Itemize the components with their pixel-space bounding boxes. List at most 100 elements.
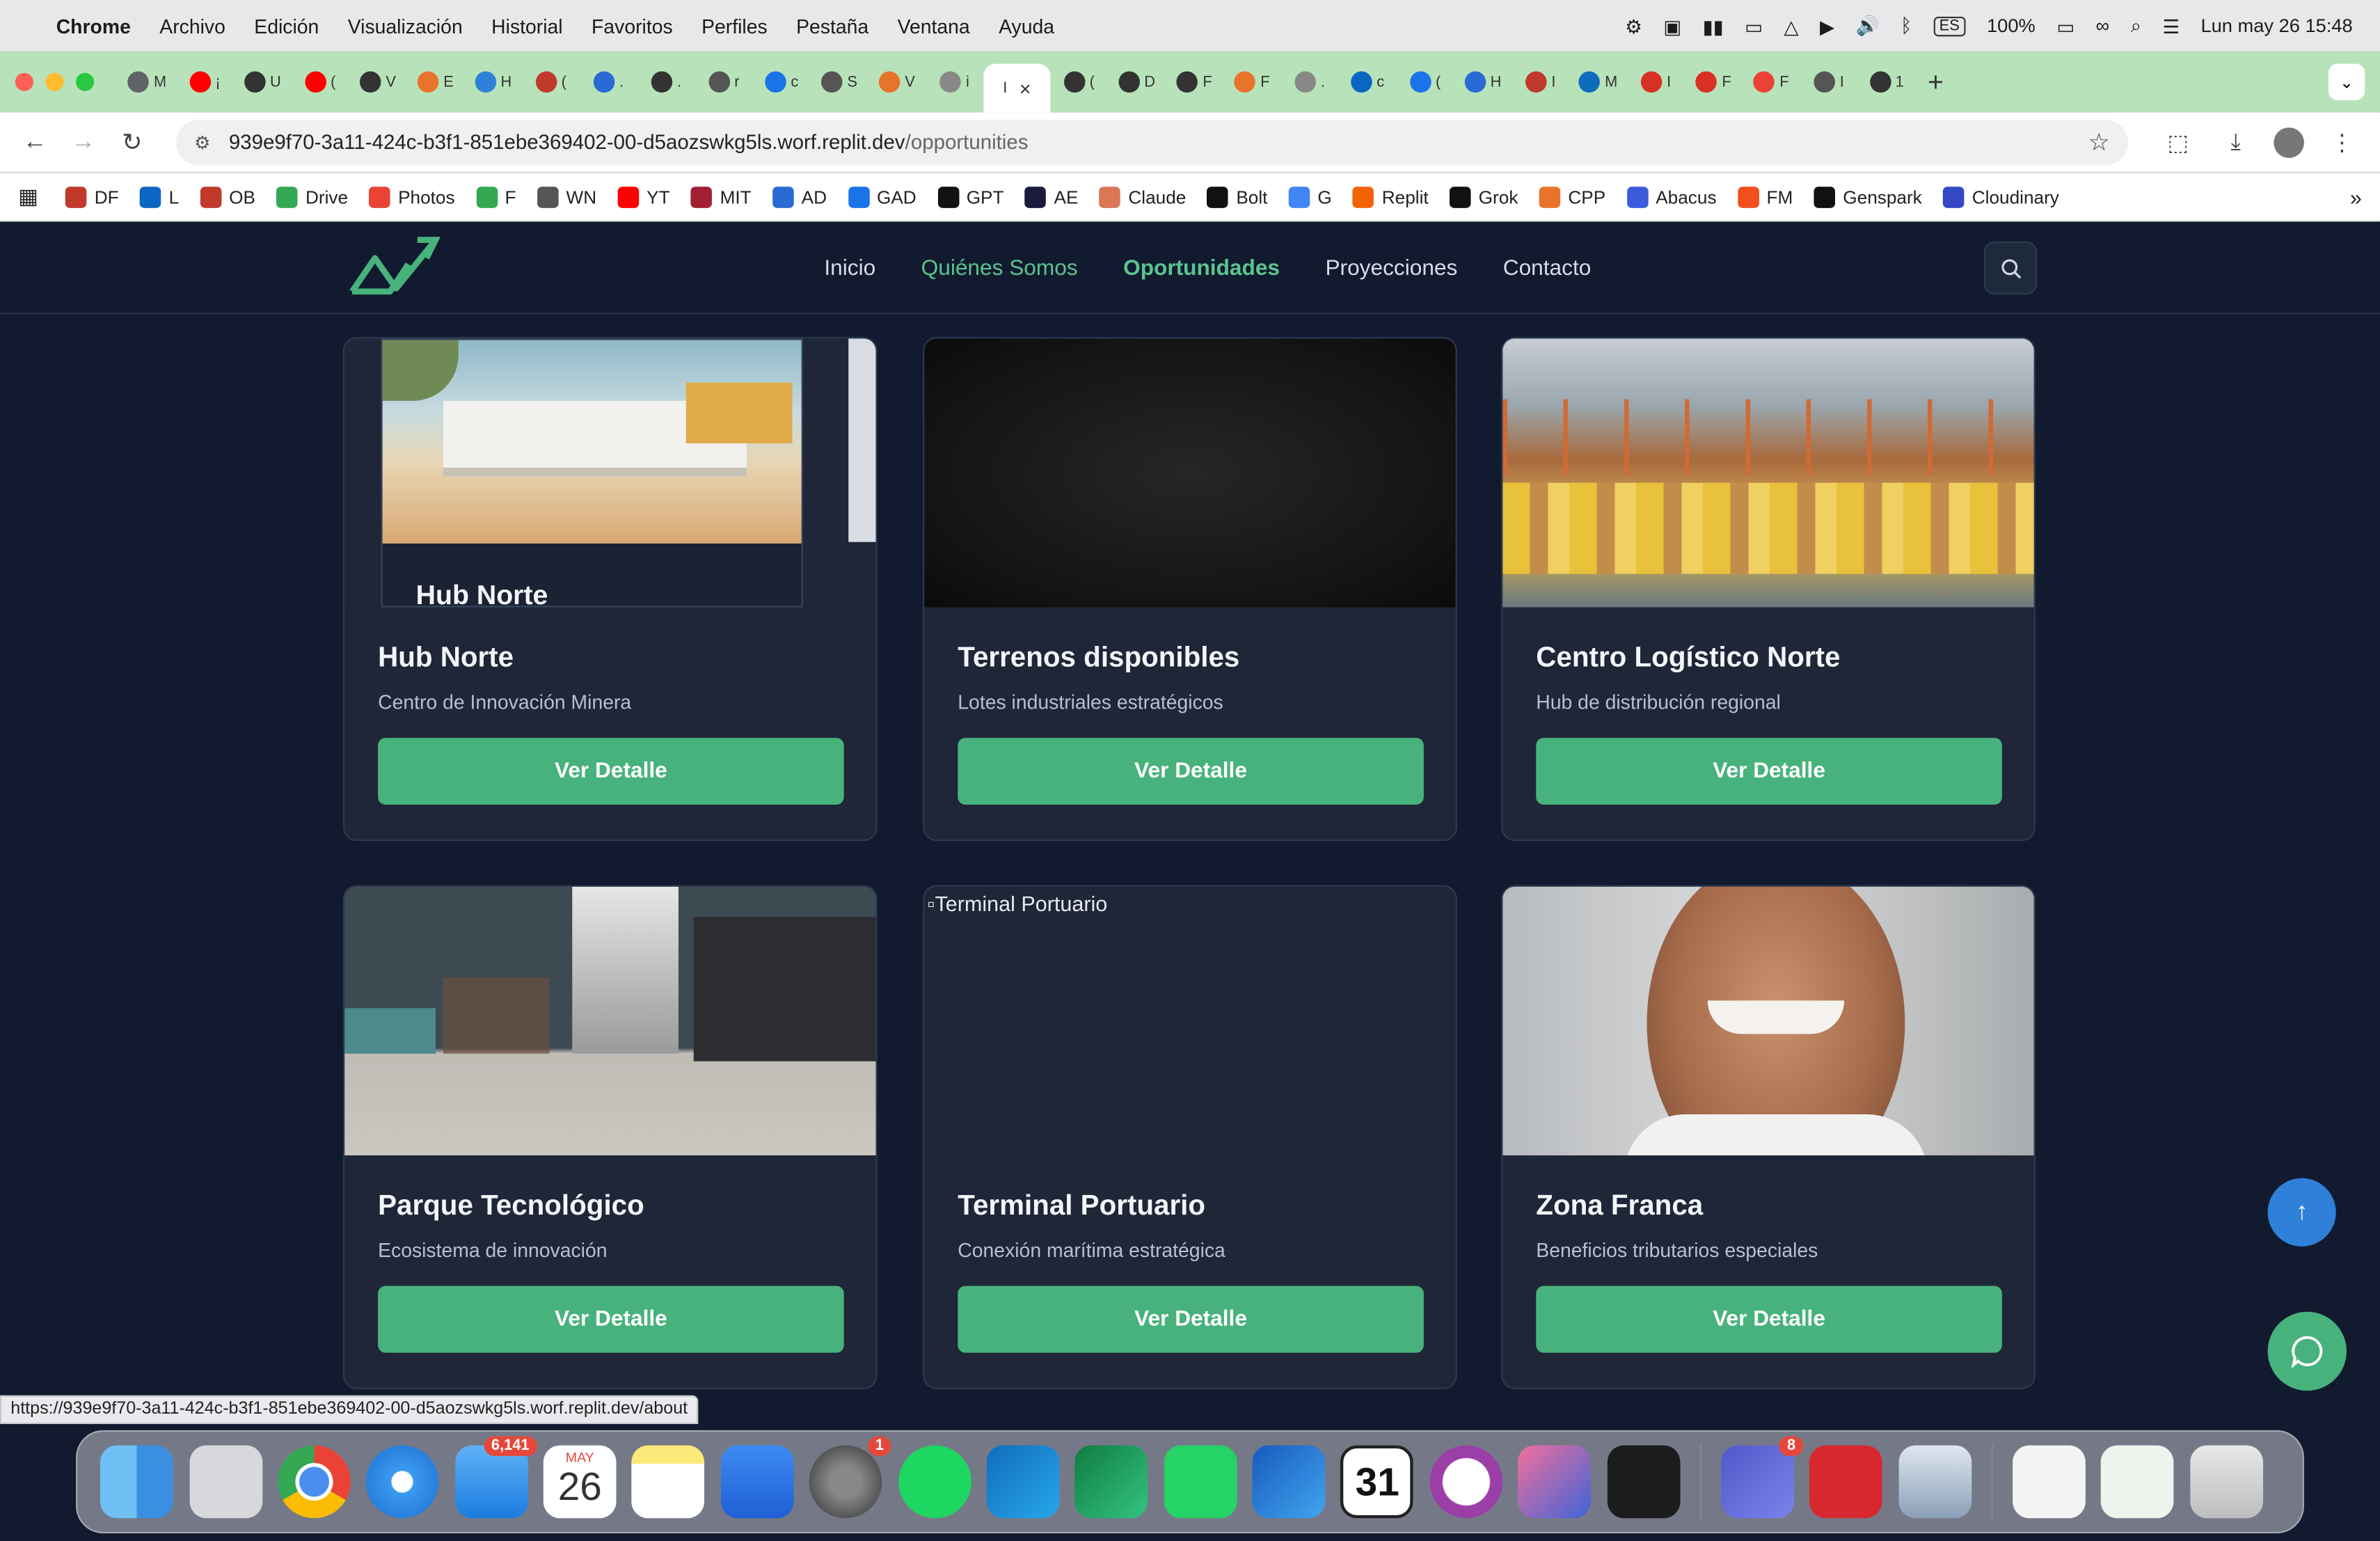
bookmark-item[interactable]: Bolt (1207, 186, 1267, 207)
bookmark-item[interactable]: L (140, 186, 179, 207)
ver-detalle-button[interactable]: Ver Detalle (378, 738, 844, 805)
circle-app-icon[interactable] (1429, 1445, 1502, 1519)
ver-detalle-button[interactable]: Ver Detalle (1536, 738, 2002, 805)
ver-detalle-button[interactable]: Ver Detalle (378, 1286, 844, 1353)
site-logo[interactable] (347, 234, 441, 298)
outlook-icon[interactable] (986, 1445, 1060, 1519)
browser-tab[interactable]: F (1685, 62, 1743, 102)
ver-detalle-button[interactable]: Ver Detalle (1536, 1286, 2002, 1353)
site-info-icon[interactable]: ⚙ (194, 132, 210, 153)
new-tab-button[interactable]: + (1928, 66, 1944, 98)
audio-wave-icon[interactable]: ▮▮ (1703, 15, 1724, 38)
browser-tab[interactable]: F (1166, 62, 1223, 102)
bookmark-item[interactable]: AE (1025, 186, 1078, 207)
chat-button[interactable] (2267, 1311, 2347, 1391)
nav-proyecciones[interactable]: Proyecciones (1325, 256, 1457, 280)
browser-tab[interactable]: F (1223, 62, 1281, 102)
bluetooth-icon[interactable]: ᛒ (1901, 15, 1912, 37)
chrome-icon[interactable] (278, 1445, 351, 1519)
bookmark-item[interactable]: WN (537, 186, 596, 207)
tab-search-icon[interactable]: ⌄ (2328, 63, 2365, 100)
bookmark-item[interactable]: Photos (369, 186, 455, 207)
zoom-window-button[interactable] (76, 72, 95, 91)
bookmark-item[interactable]: Cloudinary (1943, 186, 2059, 207)
notes-icon[interactable] (632, 1445, 705, 1519)
spreadsheet-thumbnail-icon[interactable] (2101, 1445, 2175, 1519)
bookmark-item[interactable]: OB (200, 186, 255, 207)
browser-tab[interactable]: I (1800, 62, 1858, 102)
mail-icon[interactable]: 6,141 (454, 1436, 537, 1519)
menu-archivo[interactable]: Archivo (159, 15, 225, 38)
browser-tab[interactable]: 1 (1858, 62, 1916, 102)
calendar-31-icon[interactable]: 31 (1340, 1445, 1414, 1519)
browser-tab[interactable]: . (580, 62, 637, 102)
browser-tab[interactable]: V (868, 62, 926, 102)
menubar-clock[interactable]: Lun may 26 15:48 (2200, 15, 2352, 37)
bookmark-item[interactable]: FM (1738, 186, 1793, 207)
nav-contacto[interactable]: Contacto (1503, 256, 1592, 280)
browser-tab[interactable]: U (234, 62, 292, 102)
input-source[interactable]: ES (1933, 15, 1966, 36)
safari-icon[interactable] (366, 1445, 440, 1519)
system-settings-icon[interactable]: 1 (809, 1436, 891, 1519)
menu-favoritos[interactable]: Favoritos (592, 15, 673, 38)
bookmark-item[interactable]: YT (617, 186, 670, 207)
nav-inicio[interactable]: Inicio (824, 256, 875, 280)
status-icon[interactable]: ⚙ (1625, 15, 1642, 38)
menu-perfiles[interactable]: Perfiles (701, 15, 768, 38)
preview-icon[interactable] (1898, 1445, 1972, 1519)
bookmark-item[interactable]: DF (65, 186, 119, 207)
word-icon[interactable] (1252, 1445, 1326, 1519)
bookmark-item[interactable]: Claude (1099, 186, 1186, 207)
finder-icon[interactable] (100, 1445, 174, 1519)
menu-ventana[interactable]: Ventana (898, 15, 970, 38)
document-thumbnail-icon[interactable] (2013, 1445, 2086, 1519)
dark-app-icon[interactable] (1606, 1445, 1680, 1519)
teams-icon[interactable]: 8 (1721, 1436, 1804, 1519)
volume-icon[interactable]: 🔊 (1855, 15, 1879, 38)
extensions-icon[interactable]: ⬚ (2159, 128, 2198, 155)
outlook-status-icon[interactable]: ▣ (1663, 15, 1681, 38)
browser-tab[interactable]: V (349, 62, 407, 102)
bookmark-item[interactable]: AD (772, 186, 827, 207)
minimize-window-button[interactable] (45, 72, 64, 91)
browser-tab[interactable]: F (1743, 62, 1800, 102)
battery-icon[interactable]: ▭ (2056, 15, 2074, 38)
site-search-button[interactable] (1983, 241, 2038, 295)
address-bar[interactable]: ⚙ 939e9f70-3a11-424c-b3f1-851ebe369402-0… (176, 119, 2128, 165)
bookmark-item[interactable]: Replit (1353, 186, 1429, 207)
browser-tab[interactable]: . (1281, 62, 1339, 102)
browser-tab[interactable]: H (464, 62, 522, 102)
browser-tab[interactable]: ( (522, 62, 580, 102)
bookmark-item[interactable]: Grok (1450, 186, 1518, 207)
trash-icon[interactable] (2189, 1445, 2263, 1519)
menu-historial[interactable]: Historial (491, 15, 562, 38)
close-tab-icon[interactable]: × (1020, 77, 1031, 100)
browser-tab[interactable]: c (753, 62, 811, 102)
bookmark-item[interactable]: Genspark (1814, 186, 1922, 207)
menu-ayuda[interactable]: Ayuda (999, 15, 1054, 38)
calendar-icon[interactable]: MAY 26 (543, 1445, 617, 1519)
profile-avatar[interactable] (2274, 127, 2304, 157)
nav-quienes-somos[interactable]: Quiénes Somos (921, 256, 1078, 280)
nav-oportunidades[interactable]: Oportunidades (1123, 256, 1280, 280)
menu-pestana[interactable]: Pestaña (796, 15, 868, 38)
bookmark-item[interactable]: MIT (691, 186, 752, 207)
back-icon[interactable]: ← (18, 128, 51, 155)
bookmark-item[interactable]: GAD (848, 186, 917, 207)
bookmark-item[interactable]: G (1288, 186, 1332, 207)
bookmark-item[interactable]: Drive (276, 186, 348, 207)
browser-tab[interactable]: i (926, 62, 983, 102)
scroll-to-top-button[interactable]: ↑ (2267, 1178, 2336, 1247)
bookmark-item[interactable]: Abacus (1626, 186, 1717, 207)
whatsapp-icon[interactable] (1164, 1445, 1237, 1519)
ver-detalle-button[interactable]: Ver Detalle (958, 1286, 1424, 1353)
browser-tab[interactable]: E (407, 62, 465, 102)
chrome-menu-icon[interactable]: ⋮ (2322, 128, 2362, 155)
browser-tab[interactable]: . (637, 62, 695, 102)
browser-tab[interactable]: ¡ (176, 62, 234, 102)
forward-icon[interactable]: → (67, 128, 100, 155)
browser-tab[interactable]: r (695, 62, 753, 102)
menu-edicion[interactable]: Edición (254, 15, 319, 38)
browser-tab[interactable]: I (1512, 62, 1569, 102)
